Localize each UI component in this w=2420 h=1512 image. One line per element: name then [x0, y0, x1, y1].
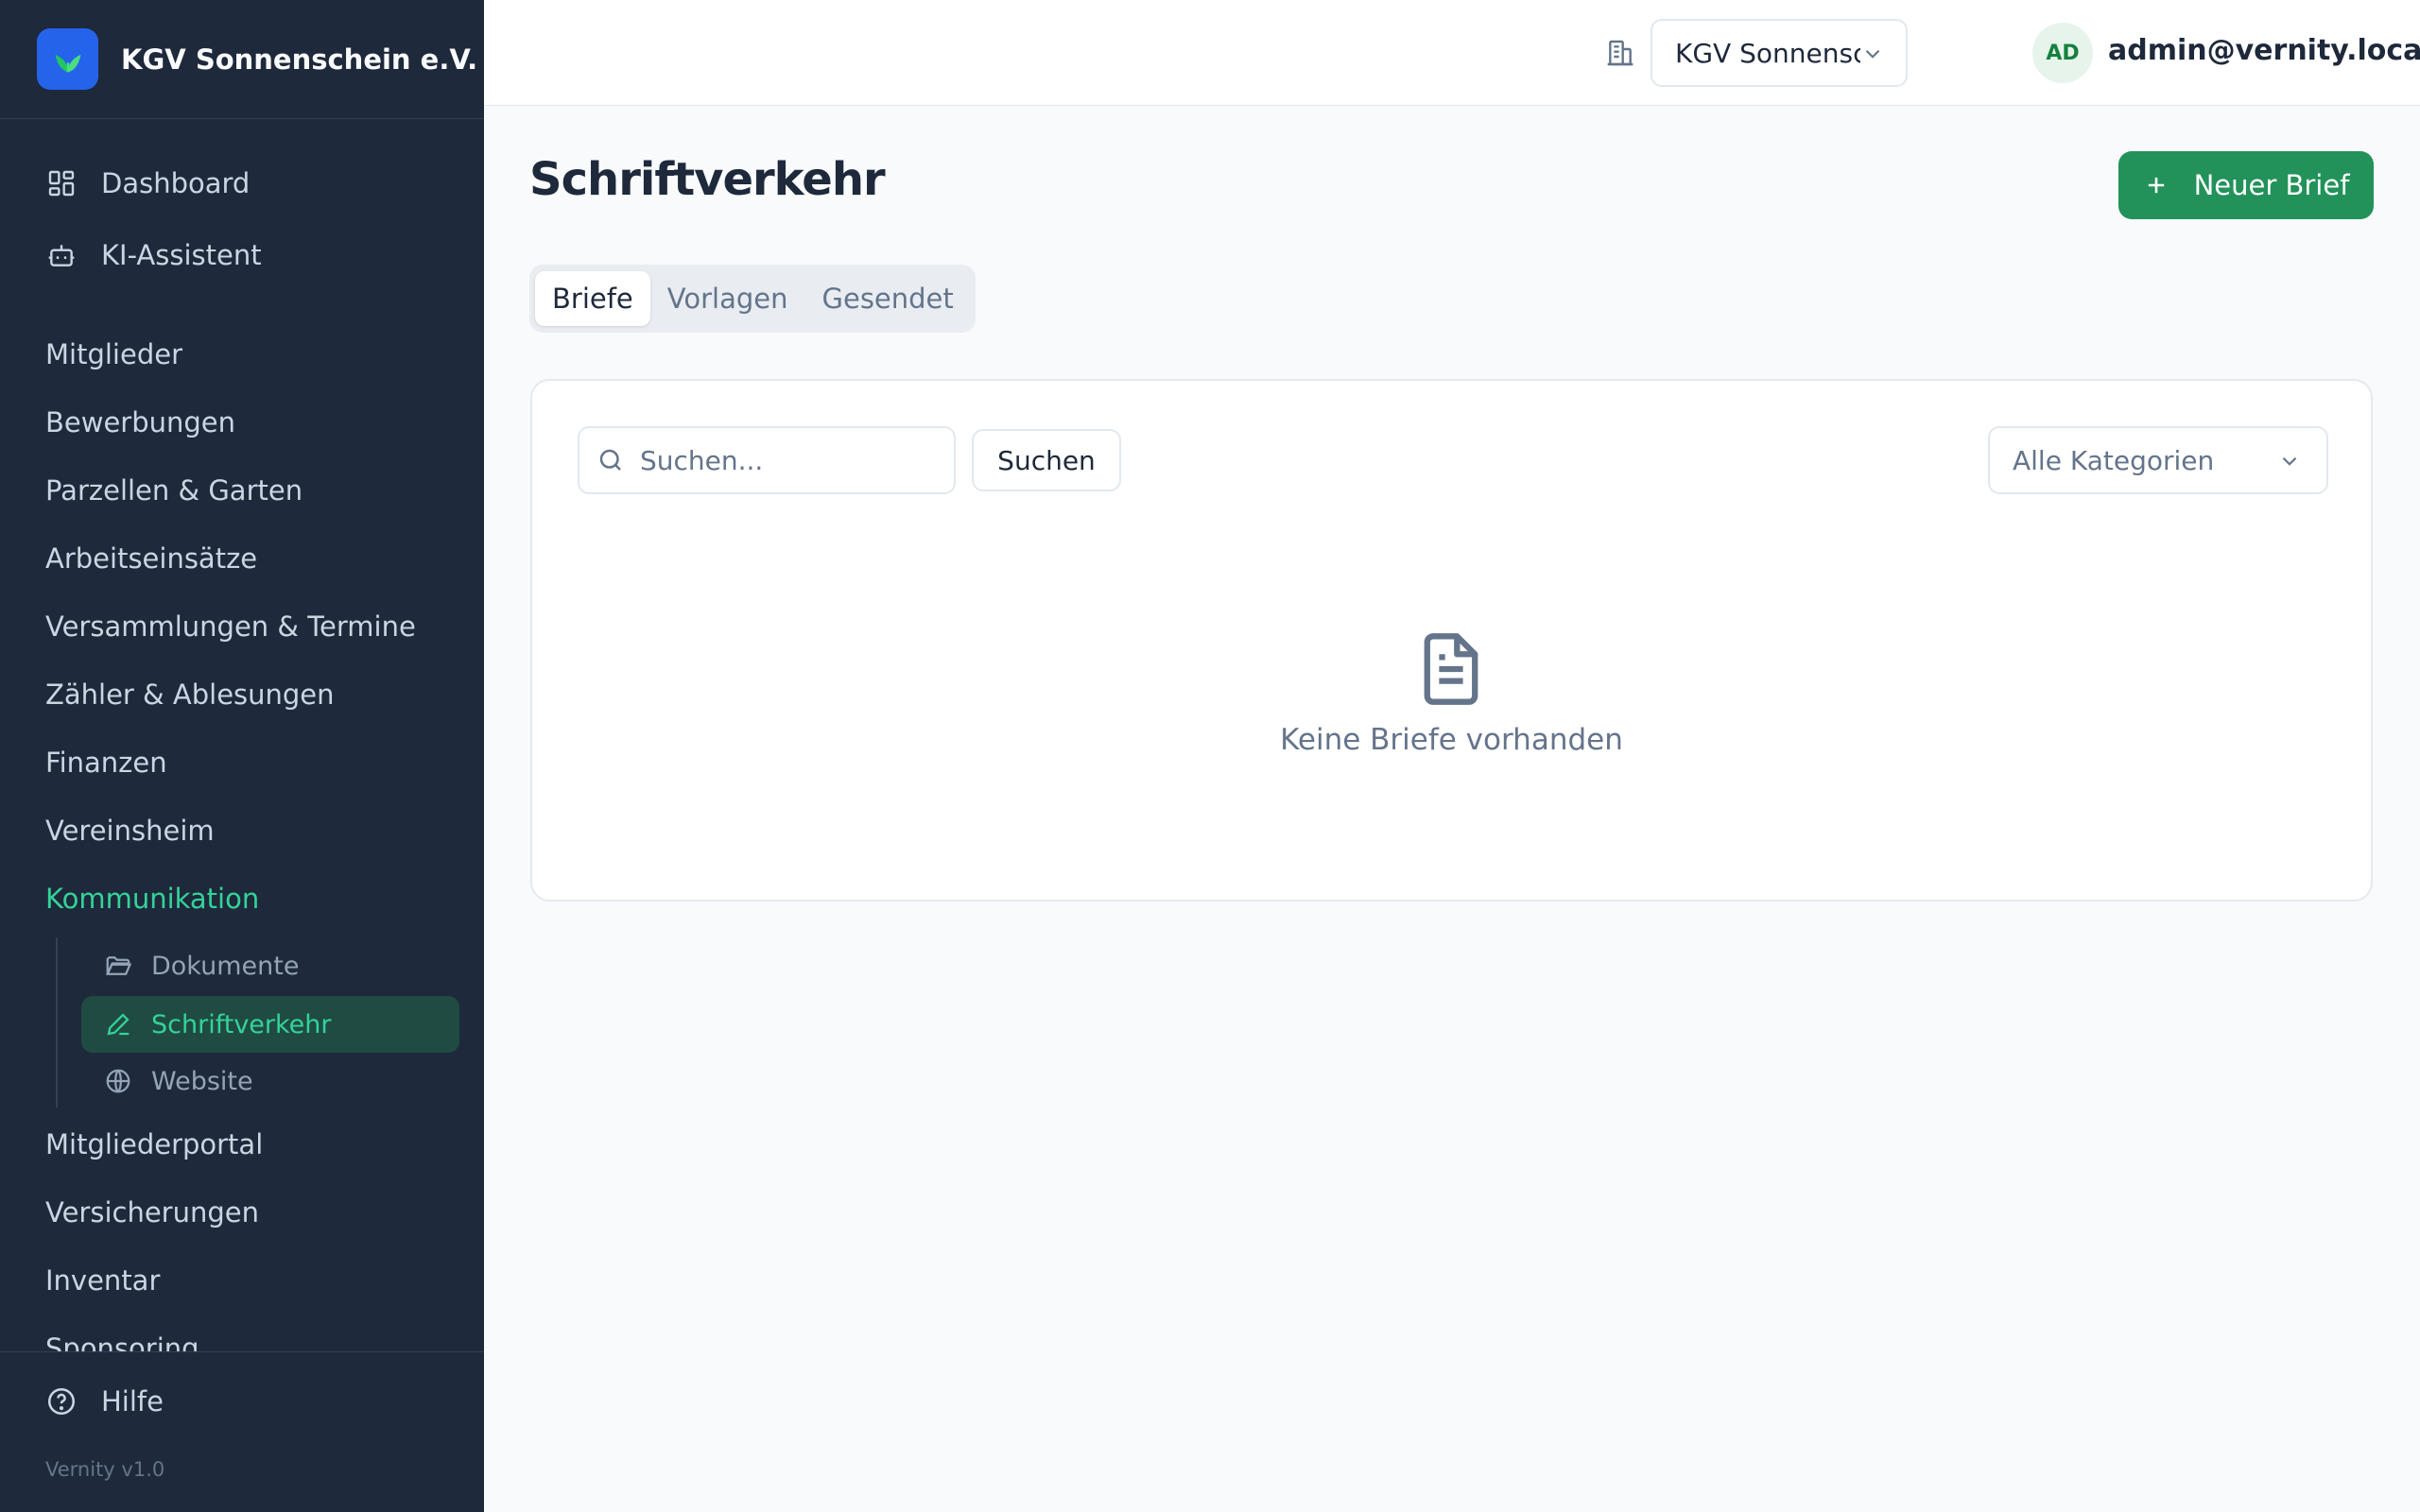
chevron-down-icon — [1860, 42, 1885, 73]
sidebar-item-finanzen[interactable]: Finanzen — [45, 736, 167, 789]
sidebar-item-label: Zähler & Ablesungen — [45, 679, 335, 711]
folder-icon — [102, 950, 134, 982]
globe-icon — [102, 1065, 134, 1097]
sidebar-subitem-label: Website — [151, 1066, 253, 1096]
help-circle-icon — [44, 1384, 78, 1418]
sidebar-item-label: Dashboard — [101, 167, 251, 199]
brand[interactable]: KGV Sonnenschein e.V. — [0, 0, 484, 119]
sidebar-subitem-schriftverkehr[interactable]: Schriftverkehr — [81, 996, 459, 1053]
sidebar-item-label: Vereinsheim — [45, 815, 215, 847]
tab-vorlagen[interactable]: Vorlagen — [650, 271, 805, 326]
page-title: Schriftverkehr — [529, 153, 886, 206]
sidebar-item-label: Mitgliederportal — [45, 1128, 264, 1160]
topbar: KGV Sonnenschein e.V. AD admin@vernity.l… — [484, 0, 2420, 106]
sidebar-item-arbeitseinsaetze[interactable]: Arbeitseinsätze — [45, 532, 257, 585]
tab-gesendet[interactable]: Gesendet — [805, 271, 971, 326]
sidebar: KGV Sonnenschein e.V. Dashboard KI-Assis… — [0, 0, 484, 1512]
sidebar-item-label: Bewerbungen — [45, 406, 236, 438]
organization-select[interactable]: KGV Sonnenschein e.V. — [1651, 19, 1908, 87]
tab-bar: Briefe Vorlagen Gesendet — [529, 265, 976, 333]
sidebar-subitem-label: Schriftverkehr — [151, 1009, 332, 1040]
sidebar-item-parzellen[interactable]: Parzellen & Garten — [45, 464, 302, 517]
category-select-value: Alle Kategorien — [2013, 444, 2215, 476]
dashboard-icon — [44, 166, 78, 200]
sidebar-footer: Hilfe Vernity v1.0 — [0, 1351, 484, 1512]
sidebar-item-ki-assistent[interactable]: KI-Assistent — [44, 229, 262, 282]
sidebar-item-versammlungen[interactable]: Versammlungen & Termine — [45, 600, 416, 653]
help-label: Hilfe — [101, 1385, 164, 1418]
user-email[interactable]: admin@vernity.local — [2108, 34, 2420, 67]
robot-icon — [44, 238, 78, 272]
pen-icon — [102, 1008, 134, 1040]
search-icon — [596, 446, 625, 474]
plus-icon — [2143, 172, 2169, 198]
new-letter-button[interactable]: Neuer Brief — [2118, 151, 2374, 219]
version-label: Vernity v1.0 — [45, 1458, 165, 1481]
brand-name: KGV Sonnenschein e.V. — [121, 43, 478, 76]
sidebar-item-label: Finanzen — [45, 747, 167, 779]
organization-select-value: KGV Sonnenschein e.V. — [1675, 37, 1860, 69]
avatar[interactable]: AD — [2032, 23, 2093, 83]
subtree-line — [56, 937, 58, 1108]
sidebar-item-dashboard[interactable]: Dashboard — [44, 157, 250, 210]
document-icon — [1415, 630, 1487, 712]
sidebar-subitem-dokumente[interactable]: Dokumente — [81, 937, 459, 994]
sidebar-item-label: Versicherungen — [45, 1196, 259, 1228]
sidebar-item-zaehler[interactable]: Zähler & Ablesungen — [45, 668, 335, 721]
sidebar-item-label: Versammlungen & Termine — [45, 610, 416, 643]
sidebar-item-vereinsheim[interactable]: Vereinsheim — [45, 804, 215, 857]
search-button[interactable]: Suchen — [972, 429, 1121, 491]
category-select[interactable]: Alle Kategorien — [1988, 426, 2328, 494]
sidebar-item-label: KI-Assistent — [101, 239, 262, 271]
sidebar-item-label: Inventar — [45, 1264, 161, 1297]
sidebar-item-kommunikation[interactable]: Kommunikation — [45, 872, 259, 925]
sidebar-item-versicherungen[interactable]: Versicherungen — [45, 1186, 259, 1239]
sidebar-item-sponsoring[interactable]: Sponsoring — [45, 1322, 199, 1351]
sidebar-item-mitgliederportal[interactable]: Mitgliederportal — [45, 1118, 263, 1171]
leaf-logo-icon — [37, 28, 98, 90]
help-link[interactable]: Hilfe — [44, 1384, 164, 1418]
sidebar-item-inventar[interactable]: Inventar — [45, 1254, 160, 1307]
search-input[interactable] — [638, 443, 944, 477]
letters-card: Suchen Alle Kategorien Keine Briefe vorh… — [530, 379, 2373, 902]
sidebar-subitem-website[interactable]: Website — [81, 1053, 459, 1109]
sidebar-nav: Dashboard KI-Assistent Mitglieder Bewerb… — [0, 119, 484, 1351]
sidebar-subitem-label: Dokumente — [151, 951, 300, 981]
building-icon — [1603, 36, 1637, 70]
sidebar-item-label: Parzellen & Garten — [45, 474, 303, 507]
chevron-down-icon — [2277, 449, 2302, 480]
new-letter-label: Neuer Brief — [2193, 169, 2350, 201]
sidebar-item-bewerbungen[interactable]: Bewerbungen — [45, 396, 235, 449]
empty-state-text: Keine Briefe vorhanden — [1280, 723, 1623, 757]
sidebar-item-mitglieder[interactable]: Mitglieder — [45, 328, 182, 381]
sidebar-item-label: Kommunikation — [45, 883, 260, 915]
sidebar-item-label: Mitglieder — [45, 338, 182, 370]
sidebar-item-label: Sponsoring — [45, 1332, 199, 1351]
tab-briefe[interactable]: Briefe — [535, 271, 650, 326]
sidebar-item-label: Arbeitseinsätze — [45, 542, 258, 575]
search-field[interactable] — [578, 426, 956, 494]
